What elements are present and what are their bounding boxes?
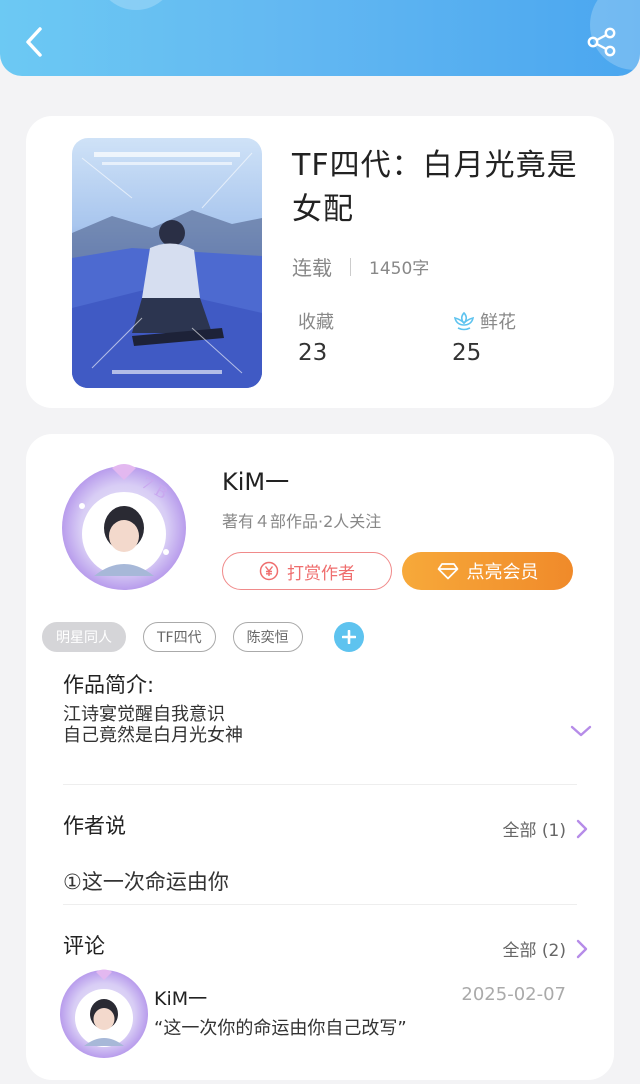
tag-item[interactable]: TF四代: [143, 622, 216, 652]
yen-coin-icon: [259, 561, 279, 581]
favorites-stat[interactable]: 收藏 23: [298, 308, 334, 366]
book-cover-image: [72, 138, 262, 388]
book-status-row: 连载 1450字: [292, 252, 429, 281]
flower-icon: [453, 311, 475, 331]
author-says-more-label: 全部 (1): [502, 821, 566, 841]
plus-icon: [341, 630, 356, 644]
share-icon: [587, 27, 616, 57]
author-says-text: ①这一次命运由你: [63, 870, 229, 894]
divider: [350, 257, 351, 276]
intro-text: 江诗宴觉醒自我意识 自己竟然是白月光女神: [63, 704, 243, 746]
tag-list: 明星同人 TF四代 陈奕恒: [42, 622, 364, 652]
comments-more-label: 全部 (2): [502, 941, 566, 961]
tag-item[interactable]: 明星同人: [42, 622, 126, 652]
favorites-count: 23: [298, 340, 328, 366]
intro-line: 自己竟然是白月光女神: [63, 725, 243, 746]
book-info-card: TF四代：白月光竟是女配 连载 1450字 收藏 23 鲜花 25: [26, 116, 614, 408]
book-title: TF四代：白月光竟是女配: [292, 148, 578, 227]
diamond-icon: [437, 563, 458, 580]
chevron-right-icon: [576, 819, 588, 838]
author-says-title: 作者说: [63, 814, 126, 838]
author-avatar[interactable]: 7 B: [54, 456, 194, 596]
author-name[interactable]: KiM一: [222, 462, 289, 497]
book-detail-card: 7 B KiM一 著有４部作品·2人关注 打赏作者 点亮会员 明星同人 TF四代…: [26, 434, 614, 1080]
vip-button[interactable]: 点亮会员: [402, 552, 573, 590]
expand-intro-button[interactable]: [570, 724, 592, 738]
share-button[interactable]: [586, 26, 618, 58]
divider: [63, 904, 577, 905]
serial-status: 连载: [292, 256, 332, 280]
comment-date: 2025-02-07: [461, 984, 566, 1005]
flowers-count: 25: [452, 340, 482, 366]
chevron-down-icon: [570, 725, 592, 737]
author-meta: 著有４部作品·2人关注: [222, 512, 382, 531]
comments-more-link[interactable]: 全部 (2): [503, 936, 588, 961]
word-count: 1450字: [369, 259, 430, 279]
intro-title: 作品简介:: [63, 673, 155, 697]
back-button[interactable]: [18, 22, 52, 62]
decor-bubble: [96, 0, 176, 10]
divider: [63, 784, 577, 785]
flowers-label: 鲜花: [480, 312, 516, 333]
chevron-right-icon: [576, 939, 588, 958]
chevron-left-icon: [26, 27, 42, 57]
add-tag-button[interactable]: [333, 622, 364, 652]
tip-author-button[interactable]: 打赏作者: [222, 552, 392, 590]
author-says-more-link[interactable]: 全部 (1): [503, 816, 588, 841]
commenter-avatar-image: [60, 969, 148, 1058]
top-nav-bar: [0, 0, 640, 76]
tag-item[interactable]: 陈奕恒: [232, 622, 303, 652]
vip-label: 点亮会员: [466, 562, 539, 583]
comments-title: 评论: [63, 934, 105, 958]
favorites-label: 收藏: [298, 312, 334, 333]
tip-author-label: 打赏作者: [287, 563, 355, 584]
comment-author-name[interactable]: KiM一: [154, 984, 207, 1011]
author-avatar-image: 7 B: [62, 464, 186, 590]
intro-line: 江诗宴觉醒自我意识: [63, 704, 225, 725]
commenter-avatar[interactable]: [56, 964, 152, 1060]
flowers-stat[interactable]: 鲜花 25: [452, 308, 516, 366]
book-cover[interactable]: [72, 138, 262, 388]
comment-text[interactable]: “这一次你的命运由你自己改写”: [154, 1014, 407, 1040]
